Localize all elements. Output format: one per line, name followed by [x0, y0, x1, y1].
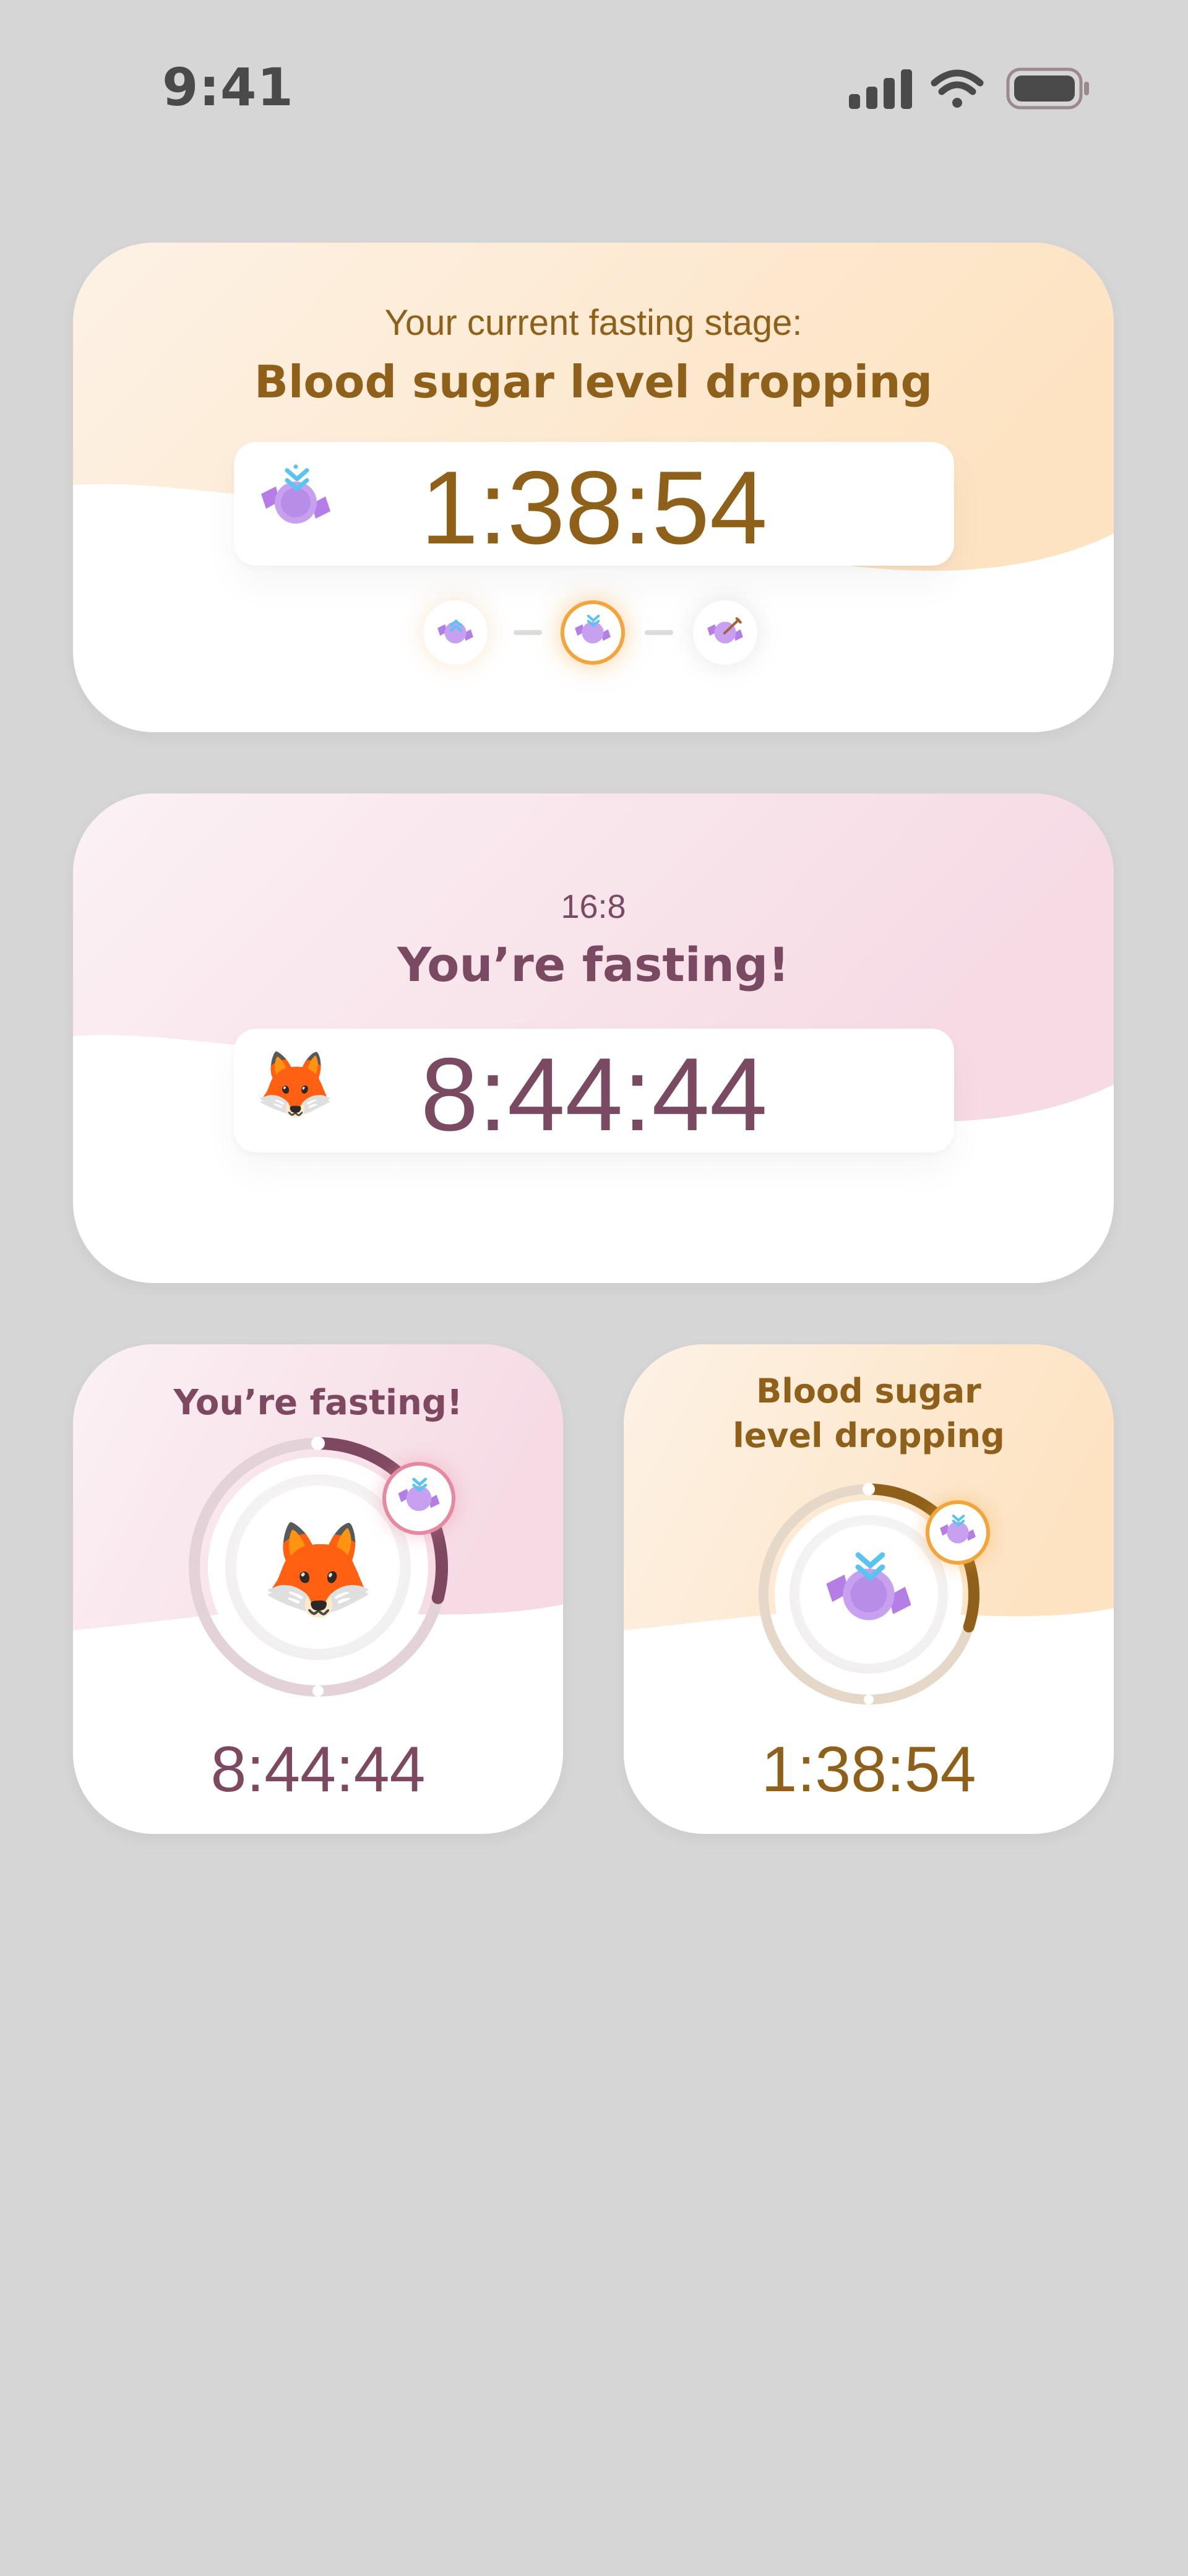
wifi-icon	[931, 69, 984, 108]
fasting-timer: 8:44:44	[210, 1734, 426, 1805]
candy-arrow-down-icon	[575, 615, 611, 644]
stage-timer-box: 1:38:54	[234, 442, 954, 566]
stage-timer: 1:38:54	[761, 1734, 976, 1805]
battery-icon	[1006, 67, 1089, 110]
fox-avatar-icon: 🦊	[260, 1516, 376, 1624]
stage-step-1[interactable]	[423, 600, 488, 665]
status-icons	[849, 67, 1089, 110]
candy-arrow-down-icon	[940, 1515, 976, 1544]
stage-step-connector	[514, 630, 542, 635]
fasting-stage-badge[interactable]	[382, 1462, 455, 1535]
stage-timer: 1:38:54	[420, 449, 768, 566]
fasting-title: You’re fasting!	[397, 937, 790, 992]
stage-widget-large[interactable]: Your current fasting stage: Blood sugar …	[73, 243, 1114, 732]
fasting-timer-box: 🦊 8:44:44	[234, 1029, 954, 1152]
fasting-timer: 8:44:44	[420, 1036, 768, 1152]
candy-arrow-down-icon	[826, 1552, 911, 1620]
stage-badge[interactable]	[926, 1500, 990, 1565]
signal-icon	[849, 69, 912, 109]
stage-step-connector	[645, 630, 673, 635]
candy-arrow-down-icon	[398, 1477, 440, 1511]
fasting-widget-small[interactable]: You’re fasting! 🦊 8:44:44	[73, 1344, 563, 1834]
stage-step-3[interactable]	[693, 600, 757, 665]
candy-arrow-up-icon	[437, 619, 473, 644]
fasting-widget-large[interactable]: 16:8 You’re fasting! 🦊 8:44:44	[73, 793, 1114, 1283]
fasting-plan: 16:8	[561, 888, 626, 925]
stage-widget-small[interactable]: Blood sugar level dropping 1:38:54	[624, 1344, 1114, 1834]
stage-step-2-active[interactable]	[561, 600, 625, 665]
stage-caption: Your current fasting stage:	[384, 303, 803, 343]
status-time: 9:41	[162, 57, 294, 118]
fasting-title: You’re fasting!	[173, 1383, 463, 1423]
stage-title: Blood sugar level dropping	[254, 356, 932, 408]
candy-bitten-icon	[707, 617, 743, 644]
stage-title-line2: level dropping	[733, 1416, 1005, 1455]
stage-title-line1: Blood sugar	[756, 1372, 981, 1411]
stage-title: Blood sugar level dropping	[624, 1369, 1114, 1458]
